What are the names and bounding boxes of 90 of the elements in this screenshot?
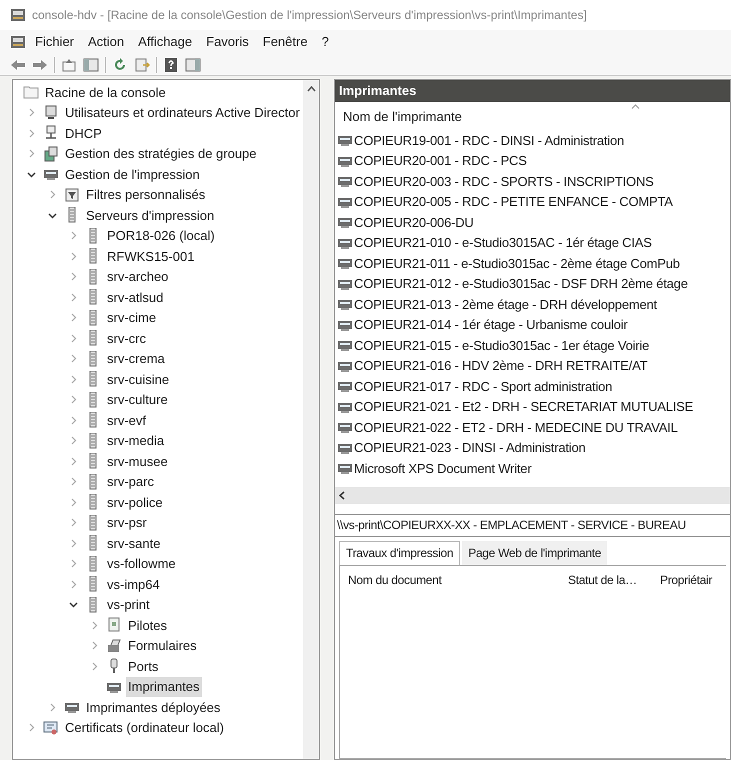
printer-name[interactable]: COPIEUR20-006-DU: [354, 212, 474, 232]
tree-item[interactable]: Gestion des stratégies de groupe: [63, 144, 259, 164]
horizontal-scrollbar[interactable]: [335, 486, 730, 504]
document-icon: [43, 146, 59, 162]
printer-name[interactable]: COPIEUR19-001 - RDC - DINSI - Administration: [354, 130, 624, 150]
printer-name[interactable]: COPIEUR21-021 - Et2 - DRH - SECRETARIAT MUTUALISE: [354, 397, 694, 416]
window-title: console-hdv - [Racine de la console\Gestion de l'impression\Serveurs d'impression\vs-print\Imprimantes]: [32, 7, 587, 24]
tree-item[interactable]: Ports: [126, 656, 160, 676]
back-arrow-icon[interactable]: [10, 58, 26, 72]
pane-header: Imprimantes: [335, 80, 730, 102]
tree-item[interactable]: srv-crc: [105, 328, 148, 348]
menu-item[interactable]: ?: [316, 32, 334, 52]
tab[interactable]: Travaux d'impression: [339, 540, 460, 564]
printer-name[interactable]: COPIEUR21-016 - HDV 2ème - DRH RETRAITE/AT: [354, 356, 648, 376]
console-icon: [10, 35, 26, 49]
tree-item[interactable]: Formulaires: [126, 636, 199, 656]
column-header[interactable]: Propriétair: [660, 570, 720, 588]
chevron-icon[interactable]: [48, 210, 56, 220]
computer-icon: [43, 104, 59, 121]
tree-item[interactable]: Serveurs d'impression: [84, 206, 216, 225]
tree-item[interactable]: POR18-026 (local): [105, 226, 217, 246]
column-header[interactable]: Nom du document: [340, 570, 568, 588]
tree-item[interactable]: srv-media: [105, 431, 166, 450]
printer-name[interactable]: COPIEUR21-011 - e-Studio3015ac - 2ème étage ComPub: [354, 254, 680, 273]
folder-up-icon[interactable]: [61, 58, 77, 72]
printer-name[interactable]: COPIEUR21-015 - e-Studio3015ac - 1er étage Voirie: [354, 336, 650, 355]
sort-caret-icon: [631, 104, 640, 109]
printer-name[interactable]: COPIEUR20-003 - RDC - SPORTS - INSCRIPTIONS: [354, 172, 654, 191]
tree-item[interactable]: srv-crema: [105, 349, 167, 368]
chevron-icon[interactable]: [26, 170, 36, 179]
panel-icon[interactable]: [185, 58, 201, 72]
tree-item[interactable]: srv-cime: [105, 308, 158, 328]
printer-name[interactable]: COPIEUR21-017 - RDC - Sport administration: [354, 376, 612, 396]
page-icon: [106, 617, 122, 634]
tab[interactable]: Page Web de l'imprimante: [462, 540, 608, 564]
tree-item[interactable]: Utilisateurs et ordinateurs Active Director: [63, 103, 302, 122]
scroll-up-icon[interactable]: [306, 86, 316, 92]
menu-item[interactable]: Fichier: [30, 32, 80, 52]
tree-item[interactable]: Imprimantes déployées: [84, 698, 222, 717]
tree-item[interactable]: srv-culture: [105, 390, 170, 410]
tree-item[interactable]: Racine de la console: [43, 82, 168, 102]
forms-icon: [106, 638, 122, 654]
forward-arrow-icon[interactable]: [32, 58, 48, 72]
printer-path: \\vs-print\COPIEURXX-XX - EMPLACEMENT - SERVICE - BUREAU: [335, 514, 730, 536]
tree-item[interactable]: Gestion de l'impression: [63, 164, 202, 184]
printer-name[interactable]: COPIEUR21-013 - 2ème étage - DRH développement: [354, 294, 657, 314]
tree-item[interactable]: DHCP: [63, 124, 104, 143]
console-icon: [10, 8, 26, 22]
column-header[interactable]: Nom de l'imprimante: [343, 106, 462, 126]
folder-icon: [23, 84, 39, 100]
network-icon: [43, 125, 59, 142]
tree-item[interactable]: srv-parc: [105, 472, 156, 492]
tree-item[interactable]: srv-sante: [105, 534, 162, 553]
tree-item[interactable]: Certificats (ordinateur local): [63, 718, 226, 738]
list-export-icon[interactable]: [134, 58, 150, 72]
tree-item[interactable]: vs-followme: [105, 554, 178, 574]
tree-item[interactable]: srv-psr: [105, 513, 149, 532]
menu-item[interactable]: Favoris: [201, 32, 254, 52]
filter-icon: [64, 186, 80, 203]
tree-item[interactable]: vs-print: [105, 595, 152, 614]
printer-name[interactable]: COPIEUR20-001 - RDC - PCS: [354, 151, 527, 170]
tree-item[interactable]: srv-police: [105, 492, 165, 512]
certificate-icon: [43, 720, 59, 736]
tree-item[interactable]: srv-atlsud: [105, 288, 166, 307]
menu-item[interactable]: Affichage: [133, 32, 198, 52]
printer-name[interactable]: COPIEUR21-012 - e-Studio3015ac - DSF DRH 2ème étage: [354, 274, 688, 294]
printer-name[interactable]: COPIEUR21-010 - e-Studio3015AC - 1ér étage CIAS: [354, 233, 652, 252]
help-icon[interactable]: [163, 58, 179, 72]
tree-item[interactable]: Filtres personnalisés: [84, 185, 208, 204]
printer-name[interactable]: COPIEUR21-023 - DINSI - Administration: [354, 438, 586, 458]
panel-icon[interactable]: [83, 58, 99, 72]
chevron-icon[interactable]: [68, 600, 78, 610]
tree-item[interactable]: Pilotes: [126, 616, 170, 635]
vertical-scrollbar[interactable]: [303, 80, 319, 759]
tree-item[interactable]: vs-imp64: [105, 574, 162, 594]
menu-item[interactable]: Fenêtre: [258, 32, 313, 52]
tree-item[interactable]: srv-archeo: [105, 267, 170, 286]
column-header[interactable]: Statut de la…: [568, 570, 660, 588]
tree-item[interactable]: srv-musee: [105, 452, 170, 471]
tree-item[interactable]: srv-cuisine: [105, 370, 172, 389]
tree-item[interactable]: srv-evf: [105, 410, 148, 430]
printer-name[interactable]: COPIEUR20-005 - RDC - PETITE ENFANCE - COMPTA: [354, 192, 673, 212]
tree-item[interactable]: RFWKS15-001: [105, 246, 196, 266]
printer-name[interactable]: COPIEUR21-014 - 1ér étage - Urbanisme couloir: [354, 315, 628, 334]
scroll-left-icon[interactable]: [339, 490, 345, 500]
menu-item[interactable]: Action: [83, 32, 130, 52]
refresh-icon[interactable]: [112, 58, 128, 72]
printer-name[interactable]: COPIEUR21-022 - ET2 - DRH - MEDECINE DU TRAVAIL: [354, 418, 678, 437]
printer-name[interactable]: Microsoft XPS Document Writer: [354, 458, 532, 478]
tree-item[interactable]: Imprimantes: [126, 677, 202, 696]
